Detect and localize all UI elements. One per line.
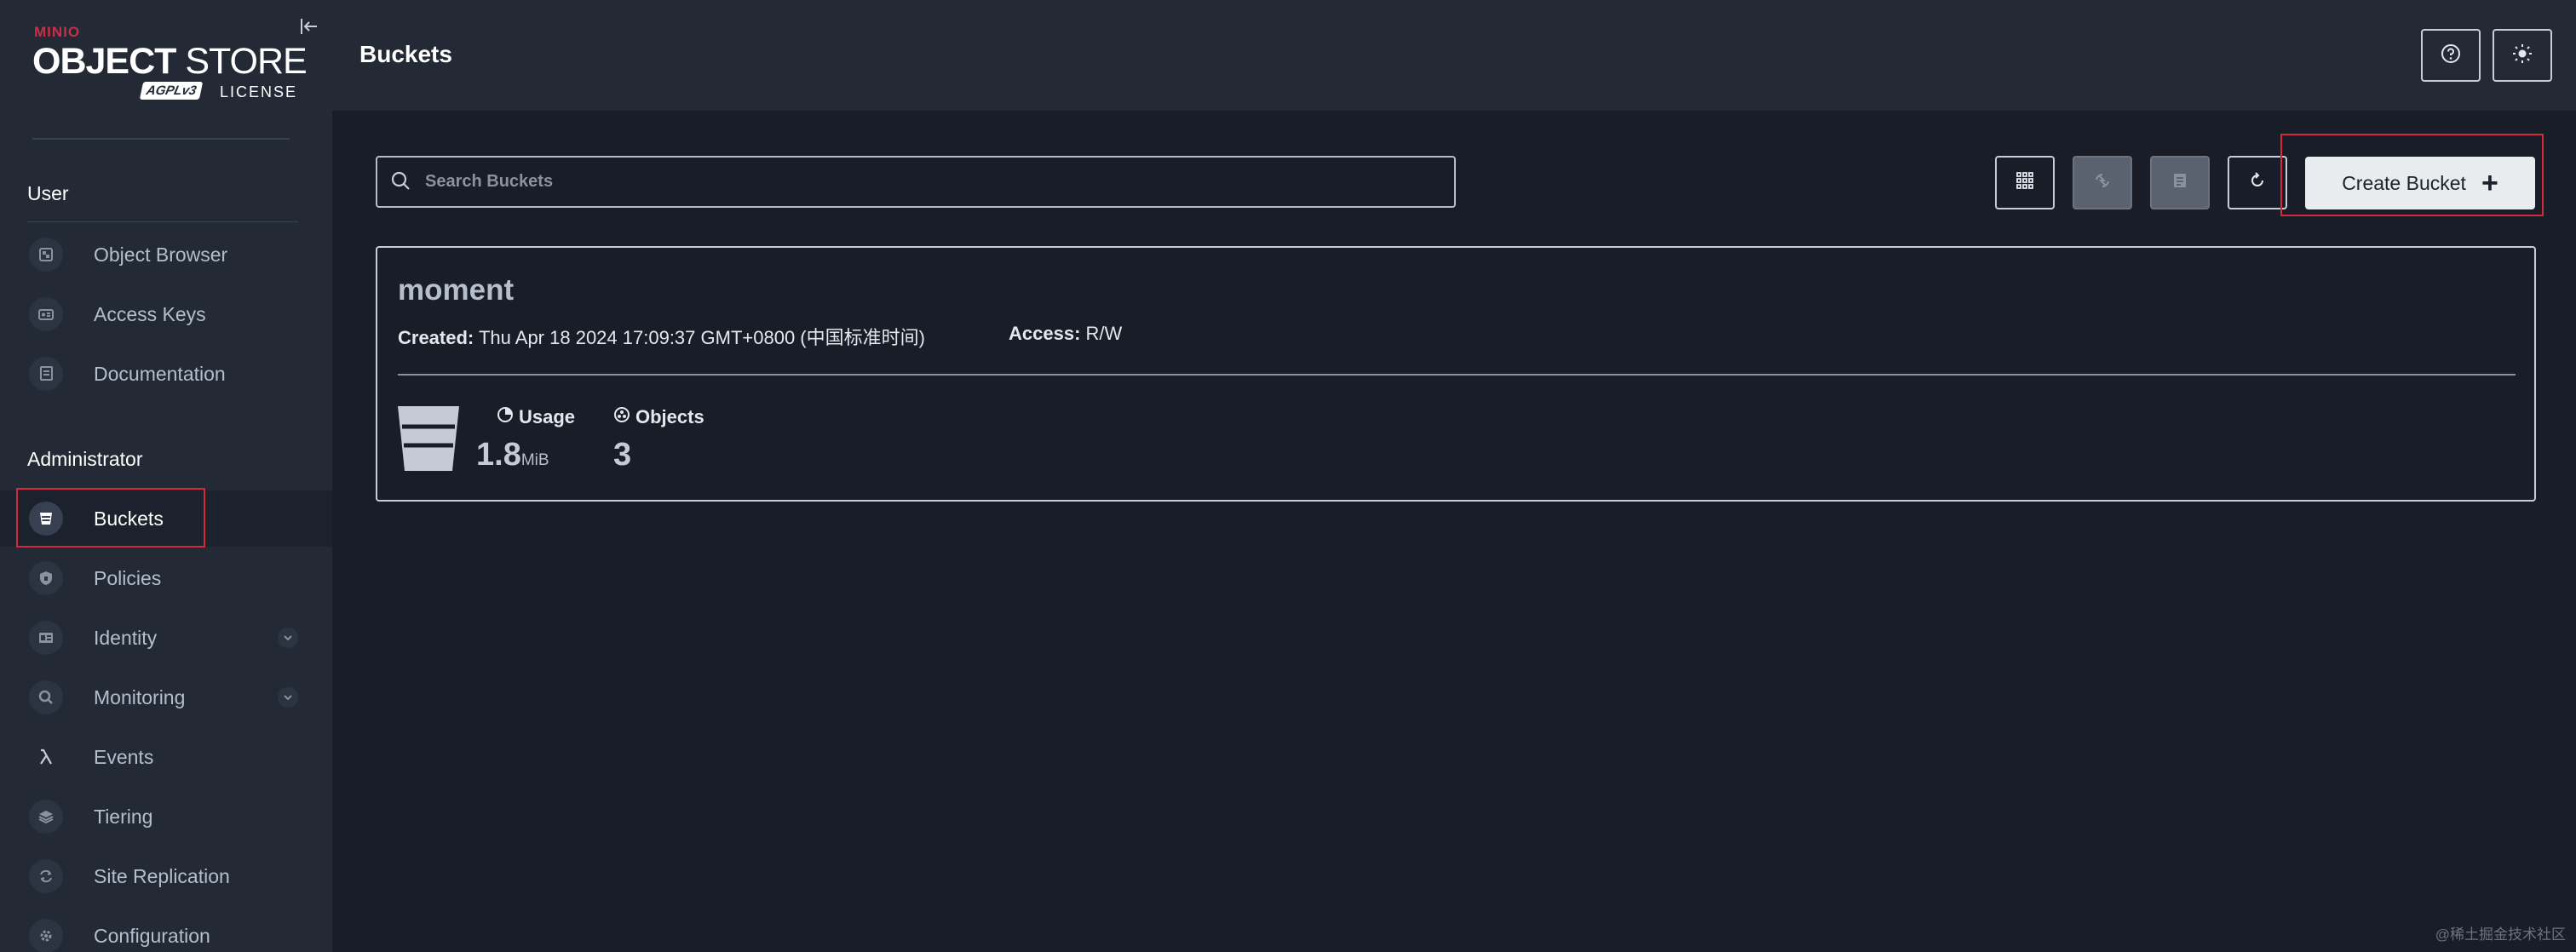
grid-view-button[interactable] bbox=[1995, 156, 2055, 209]
usage-unit: MiB bbox=[520, 451, 549, 469]
created-value: Thu Apr 18 2024 17:09:37 GMT+0800 (中国标准时… bbox=[478, 327, 925, 348]
top-header: Buckets bbox=[332, 0, 2576, 111]
access-value: R/W bbox=[1085, 323, 1123, 344]
lambda-icon bbox=[29, 740, 63, 774]
sidebar-item-label: Identity bbox=[94, 626, 158, 649]
usage-label: Usage bbox=[497, 406, 575, 428]
minio-logo[interactable]: MINIO OBJECT STORE AGPLv3 LICENSE bbox=[32, 24, 308, 102]
bucket-created: Created: Thu Apr 18 2024 17:09:37 GMT+08… bbox=[398, 323, 925, 350]
sidebar-item-site-replication[interactable]: Site Replication bbox=[0, 848, 332, 904]
lifecycle-icon bbox=[2170, 170, 2190, 195]
logo-license: LICENSE bbox=[220, 83, 298, 100]
sidebar-item-label: Configuration bbox=[94, 924, 210, 947]
bucket-access: Access: R/W bbox=[1009, 323, 1122, 345]
search-buckets-input[interactable] bbox=[425, 158, 1439, 206]
sidebar-item-identity[interactable]: Identity bbox=[0, 610, 332, 666]
bucket-icon bbox=[396, 404, 461, 473]
watermark: @稀土掘金技术社区 bbox=[2435, 926, 2566, 943]
logo-store: STORE bbox=[175, 41, 307, 82]
logo-brand-small: MINIO bbox=[34, 24, 81, 40]
sidebar-item-events[interactable]: Events bbox=[0, 729, 332, 785]
objects-icon bbox=[613, 406, 630, 428]
bucket-name[interactable]: moment bbox=[398, 273, 514, 307]
replication-icon bbox=[2092, 170, 2113, 195]
usage-label-text: Usage bbox=[519, 406, 576, 427]
magnifier-icon bbox=[29, 680, 63, 714]
logo-brand-big: OBJECT STORE bbox=[32, 41, 308, 83]
create-bucket-highlight-box bbox=[2280, 134, 2544, 216]
sidebar-item-access-keys[interactable]: Access Keys bbox=[0, 286, 332, 342]
gear-icon bbox=[29, 919, 63, 952]
search-box bbox=[376, 156, 1456, 208]
shield-icon bbox=[29, 561, 63, 595]
objects-label: Objects bbox=[613, 406, 704, 428]
object-browser-icon bbox=[29, 238, 63, 272]
help-icon bbox=[2440, 43, 2462, 69]
sidebar-item-label: Policies bbox=[94, 566, 162, 589]
sidebar-item-documentation[interactable]: Documentation bbox=[0, 346, 332, 402]
usage-value: 1.8MiB bbox=[476, 437, 549, 473]
search-icon bbox=[389, 169, 413, 198]
card-divider bbox=[398, 374, 2516, 376]
logo-divider bbox=[32, 138, 290, 140]
sidebar-item-label: Tiering bbox=[94, 805, 153, 828]
sidebar: MINIO OBJECT STORE AGPLv3 LICENSE User O… bbox=[0, 0, 332, 952]
pie-chart-icon bbox=[497, 406, 514, 428]
layers-icon bbox=[29, 800, 63, 834]
chevron-down-icon[interactable] bbox=[278, 628, 298, 648]
sidebar-item-label: Object Browser bbox=[94, 243, 228, 266]
section-user: User bbox=[27, 182, 69, 204]
sidebar-item-tiering[interactable]: Tiering bbox=[0, 789, 332, 845]
collapse-sidebar-icon[interactable] bbox=[298, 15, 320, 37]
access-keys-icon bbox=[29, 297, 63, 331]
id-card-icon bbox=[29, 621, 63, 655]
objects-label-text: Objects bbox=[635, 406, 704, 427]
sun-icon bbox=[2511, 43, 2533, 69]
set-lifecycle-button[interactable] bbox=[2150, 156, 2210, 209]
sidebar-item-configuration[interactable]: Configuration bbox=[0, 908, 332, 952]
section-administrator: Administrator bbox=[27, 448, 143, 470]
sidebar-item-label: Monitoring bbox=[94, 685, 186, 708]
sidebar-item-monitoring[interactable]: Monitoring bbox=[0, 669, 332, 725]
sidebar-item-policies[interactable]: Policies bbox=[0, 550, 332, 606]
buckets-highlight-box bbox=[16, 488, 205, 548]
set-replication-button[interactable] bbox=[2073, 156, 2132, 209]
sidebar-item-object-browser[interactable]: Object Browser bbox=[0, 227, 332, 283]
access-label: Access: bbox=[1009, 323, 1081, 344]
refresh-button[interactable] bbox=[2228, 156, 2287, 209]
documentation-icon bbox=[29, 357, 63, 391]
logo-agpl-badge: AGPLv3 bbox=[139, 82, 204, 100]
section-user-divider bbox=[27, 221, 298, 222]
theme-toggle-button[interactable] bbox=[2493, 29, 2552, 82]
bucket-card[interactable]: moment Created: Thu Apr 18 2024 17:09:37… bbox=[376, 246, 2536, 502]
page-title: Buckets bbox=[359, 41, 452, 67]
created-label: Created: bbox=[398, 327, 474, 348]
chevron-down-icon[interactable] bbox=[278, 687, 298, 708]
sidebar-item-label: Site Replication bbox=[94, 864, 230, 887]
replication-icon bbox=[29, 859, 63, 893]
usage-number: 1.8 bbox=[476, 437, 521, 473]
refresh-icon bbox=[2247, 170, 2268, 195]
logo-object: OBJECT bbox=[32, 41, 176, 82]
grid-icon bbox=[2015, 170, 2035, 195]
objects-value: 3 bbox=[613, 437, 632, 473]
sidebar-item-label: Documentation bbox=[94, 362, 226, 385]
sidebar-item-label: Access Keys bbox=[94, 302, 206, 325]
help-button[interactable] bbox=[2421, 29, 2481, 82]
sidebar-item-label: Events bbox=[94, 745, 154, 768]
